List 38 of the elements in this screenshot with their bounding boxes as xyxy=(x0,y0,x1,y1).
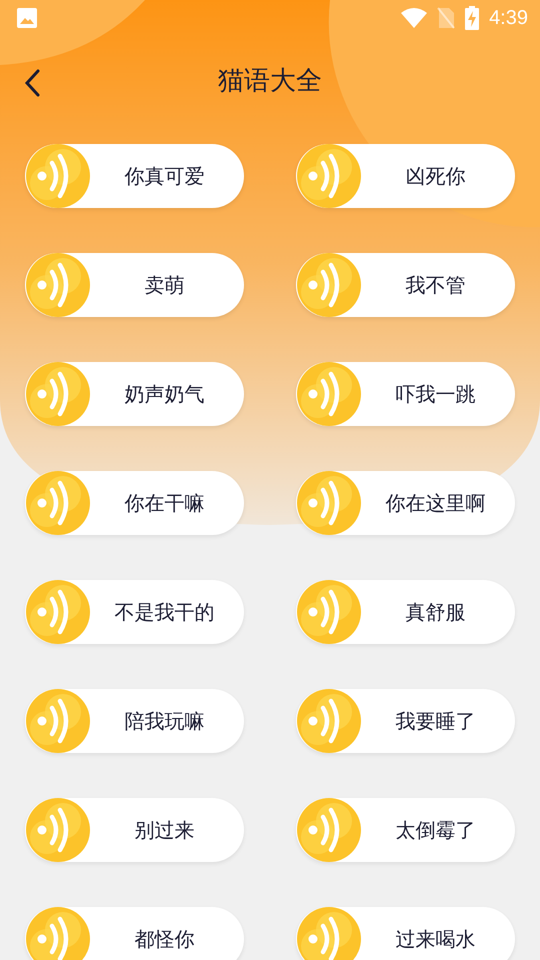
sound-icon xyxy=(25,906,91,960)
sound-icon xyxy=(25,688,91,754)
sound-icon xyxy=(296,361,362,427)
phrase-play-button[interactable]: 真舒服 xyxy=(296,580,515,644)
sound-icon xyxy=(296,252,362,318)
no-sim-icon xyxy=(437,7,456,29)
sound-icon xyxy=(25,579,91,645)
phrase-play-button[interactable]: 你真可爱 xyxy=(25,144,244,208)
sound-icon xyxy=(25,252,91,318)
phrase-play-button[interactable]: 陪我玩嘛 xyxy=(25,689,244,753)
sound-icon xyxy=(296,579,362,645)
sound-icon xyxy=(296,797,362,863)
phrase-play-button[interactable]: 过来喝水 xyxy=(296,907,515,960)
sound-icon xyxy=(296,688,362,754)
phrase-play-button[interactable]: 卖萌 xyxy=(25,253,244,317)
phrase-play-button[interactable]: 别过来 xyxy=(25,798,244,862)
sound-icon xyxy=(25,361,91,427)
phrase-play-button[interactable]: 你在这里啊 xyxy=(296,471,515,535)
wifi-icon xyxy=(401,8,428,28)
phrase-play-button[interactable]: 奶声奶气 xyxy=(25,362,244,426)
phrase-play-button[interactable]: 太倒霉了 xyxy=(296,798,515,862)
sound-icon xyxy=(25,143,91,209)
sound-icon xyxy=(296,143,362,209)
image-icon xyxy=(16,7,38,29)
phrase-play-button[interactable]: 都怪你 xyxy=(25,907,244,960)
phrase-play-button[interactable]: 吓我一跳 xyxy=(296,362,515,426)
phrase-play-button[interactable]: 凶死你 xyxy=(296,144,515,208)
battery-charging-icon xyxy=(465,6,480,30)
sound-icon xyxy=(296,470,362,536)
phrase-play-button[interactable]: 不是我干的 xyxy=(25,580,244,644)
status-time: 4:39 xyxy=(489,6,528,30)
sound-icon xyxy=(25,470,91,536)
phrase-play-button[interactable]: 我不管 xyxy=(296,253,515,317)
sound-icon xyxy=(25,797,91,863)
sound-icon xyxy=(296,906,362,960)
phrase-play-button[interactable]: 你在干嘛 xyxy=(25,471,244,535)
phrase-play-button[interactable]: 我要睡了 xyxy=(296,689,515,753)
page-title: 猫语大全 xyxy=(218,64,322,98)
